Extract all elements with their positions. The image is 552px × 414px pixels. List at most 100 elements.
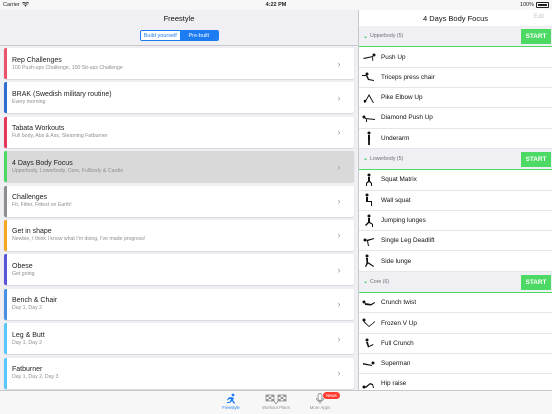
start-button-upperbody[interactable]: START — [521, 29, 551, 44]
workout-card-rep-challenges[interactable]: Rep Challenges 100 Push-ups Challenge, 1… — [4, 48, 354, 79]
exercise-row[interactable]: Side lunge — [359, 251, 552, 272]
exercise-name: Single Leg Deadlift — [381, 237, 435, 245]
exercise-row[interactable]: Triceps press chair — [359, 68, 552, 88]
detail-nav-bar: 4 Days Body Focus Edit — [359, 10, 552, 26]
workout-title: Fatburner — [12, 366, 43, 374]
workout-title: Challenges — [12, 194, 48, 202]
news-badge: News — [323, 392, 340, 399]
battery-icon — [536, 2, 549, 8]
section-header: ⌄ Core (6) — [359, 278, 390, 286]
crunch-twist-figure-icon — [362, 296, 376, 310]
tab-freestyle[interactable]: Freestyle — [206, 393, 256, 410]
accent-bar — [4, 288, 7, 320]
wall-squat-figure-icon — [362, 193, 376, 207]
status-time: 4:22 PM — [265, 2, 287, 8]
accent-bar — [4, 219, 7, 251]
chevron-down-icon: ⌄ — [363, 279, 369, 286]
accent-bar — [4, 116, 7, 148]
chevron-right-icon: › — [337, 196, 341, 207]
accent-bar — [4, 82, 7, 114]
workout-card-4-days-body-focus[interactable]: 4 Days Body Focus Upperbody, Lowerbody, … — [4, 151, 354, 183]
workout-card-brak[interactable]: BRAK (Swedish military routine) Every mo… — [4, 82, 354, 114]
exercise-name: Crunch twist — [381, 299, 417, 307]
exercise-name: Superman — [381, 360, 411, 368]
hip-raise-figure-icon — [362, 377, 376, 390]
squat-figure-icon — [362, 173, 376, 187]
accent-bar — [4, 185, 7, 217]
lunge-figure-icon — [362, 214, 376, 228]
start-button-lowerbody[interactable]: START — [521, 151, 551, 167]
workout-title: Tabata Workouts — [12, 125, 65, 133]
exercise-row[interactable]: Full Crunch — [359, 334, 552, 355]
workout-card-challenges[interactable]: Challenges Fit, Fitter, Fittest on Earth… — [4, 185, 354, 217]
workout-card-fatburner[interactable]: Fatburner Day 1, Day 2, Day 3 › — [4, 357, 354, 389]
exercise-name: Triceps press chair — [381, 73, 435, 81]
deadlift-figure-icon — [362, 234, 376, 248]
accent-bar — [4, 48, 7, 79]
workout-list: Rep Challenges 100 Push-ups Challenge, 1… — [4, 48, 354, 390]
tab-more-apps[interactable]: More Apps News — [295, 392, 345, 410]
pushup-figure-icon — [362, 50, 376, 64]
exercise-row[interactable]: Diamond Push Up — [359, 108, 552, 129]
exercise-name: Frozen V Up — [381, 319, 417, 327]
exercise-row[interactable]: Underarm — [359, 129, 552, 149]
exercise-row[interactable]: Wall squat — [359, 191, 552, 211]
exercise-name: Underarm — [381, 134, 410, 142]
exercise-name: Push Up — [381, 53, 406, 61]
status-right: 100% — [520, 2, 549, 8]
section-header: ⌄ Lowerbody (5) — [359, 155, 403, 163]
chevron-right-icon: › — [337, 58, 341, 69]
workout-card-leg-butt[interactable]: Leg & Butt Day 1, Day 2 › — [4, 323, 354, 355]
standing-figure-icon — [362, 131, 376, 146]
edit-button[interactable]: Edit — [534, 14, 544, 20]
status-left: Carrier — [3, 1, 29, 9]
runner-icon — [225, 393, 237, 405]
exercise-name: Side lunge — [381, 257, 412, 265]
chevron-down-icon: ⌄ — [363, 33, 369, 40]
tab-workout-plans[interactable]: Workout Plans — [251, 393, 301, 410]
segment-build-yourself[interactable]: Build yourself — [141, 31, 180, 40]
start-button-core[interactable]: START — [521, 274, 551, 290]
accent-bar — [4, 323, 7, 355]
exercise-row[interactable]: Frozen V Up — [359, 313, 552, 334]
exercise-row[interactable]: Superman — [359, 354, 552, 375]
pike-figure-icon — [362, 91, 376, 105]
freestyle-pane: Freestyle Build yourself Pre-built Rep C… — [0, 10, 358, 390]
triceps-figure-icon — [362, 70, 376, 84]
exercise-row[interactable]: Squat Matrix — [359, 170, 552, 191]
tab-label: More Apps — [309, 405, 331, 410]
section-core[interactable]: ⌄ Core (6) START — [359, 271, 552, 292]
exercise-name: Wall squat — [381, 196, 411, 204]
section-lowerbody[interactable]: ⌄ Lowerbody (5) START — [359, 148, 552, 169]
card-text: BRAK (Swedish military routine) Every mo… — [4, 90, 334, 106]
workout-card-bench-chair[interactable]: Bench & Chair Day 1, Day 2 › — [4, 288, 354, 320]
section-upperbody[interactable]: ⌄ Upperbody (5) START — [359, 26, 552, 46]
exercise-name: Full Crunch — [381, 339, 414, 347]
workout-card-obese[interactable]: Obese Get going › — [4, 254, 354, 286]
freestyle-title: Freestyle — [163, 13, 195, 23]
chevron-right-icon: › — [337, 161, 341, 172]
workout-title: Obese — [12, 262, 33, 270]
workout-title: 4 Days Body Focus — [12, 159, 73, 167]
exercise-row[interactable]: Single Leg Deadlift — [359, 231, 552, 252]
card-text: Get in shape Newbie, I think I know what… — [4, 227, 334, 243]
header-divider — [0, 45, 358, 46]
workout-card-tabata[interactable]: Tabata Workouts Full body, Abs & Ass, St… — [4, 116, 354, 148]
chevron-down-icon: ⌄ — [363, 156, 369, 163]
workout-card-get-in-shape[interactable]: Get in shape Newbie, I think I know what… — [4, 219, 354, 251]
chevron-right-icon: › — [337, 92, 341, 103]
exercise-row[interactable]: Crunch twist — [359, 293, 552, 314]
segment-pre-built[interactable]: Pre-built — [179, 31, 218, 40]
exercise-name: Pike Elbow Up — [381, 94, 423, 102]
exercise-row[interactable]: Pike Elbow Up — [359, 88, 552, 109]
exercise-row[interactable]: Hip raise — [359, 374, 552, 390]
full-crunch-figure-icon — [362, 336, 376, 350]
card-text: Tabata Workouts Full body, Abs & Ass, St… — [4, 124, 334, 140]
exercise-row[interactable]: Push Up — [359, 47, 552, 68]
chevron-right-icon: › — [337, 368, 341, 379]
workout-subtitle: Day 1, Day 2, Day 3 — [12, 374, 59, 381]
section-label: Core (6) — [370, 278, 390, 285]
tab-bar: Freestyle Workout Plans More Apps News — [0, 390, 552, 414]
exercise-row[interactable]: Jumping lunges — [359, 211, 552, 232]
checkered-flag-icon — [265, 393, 287, 405]
